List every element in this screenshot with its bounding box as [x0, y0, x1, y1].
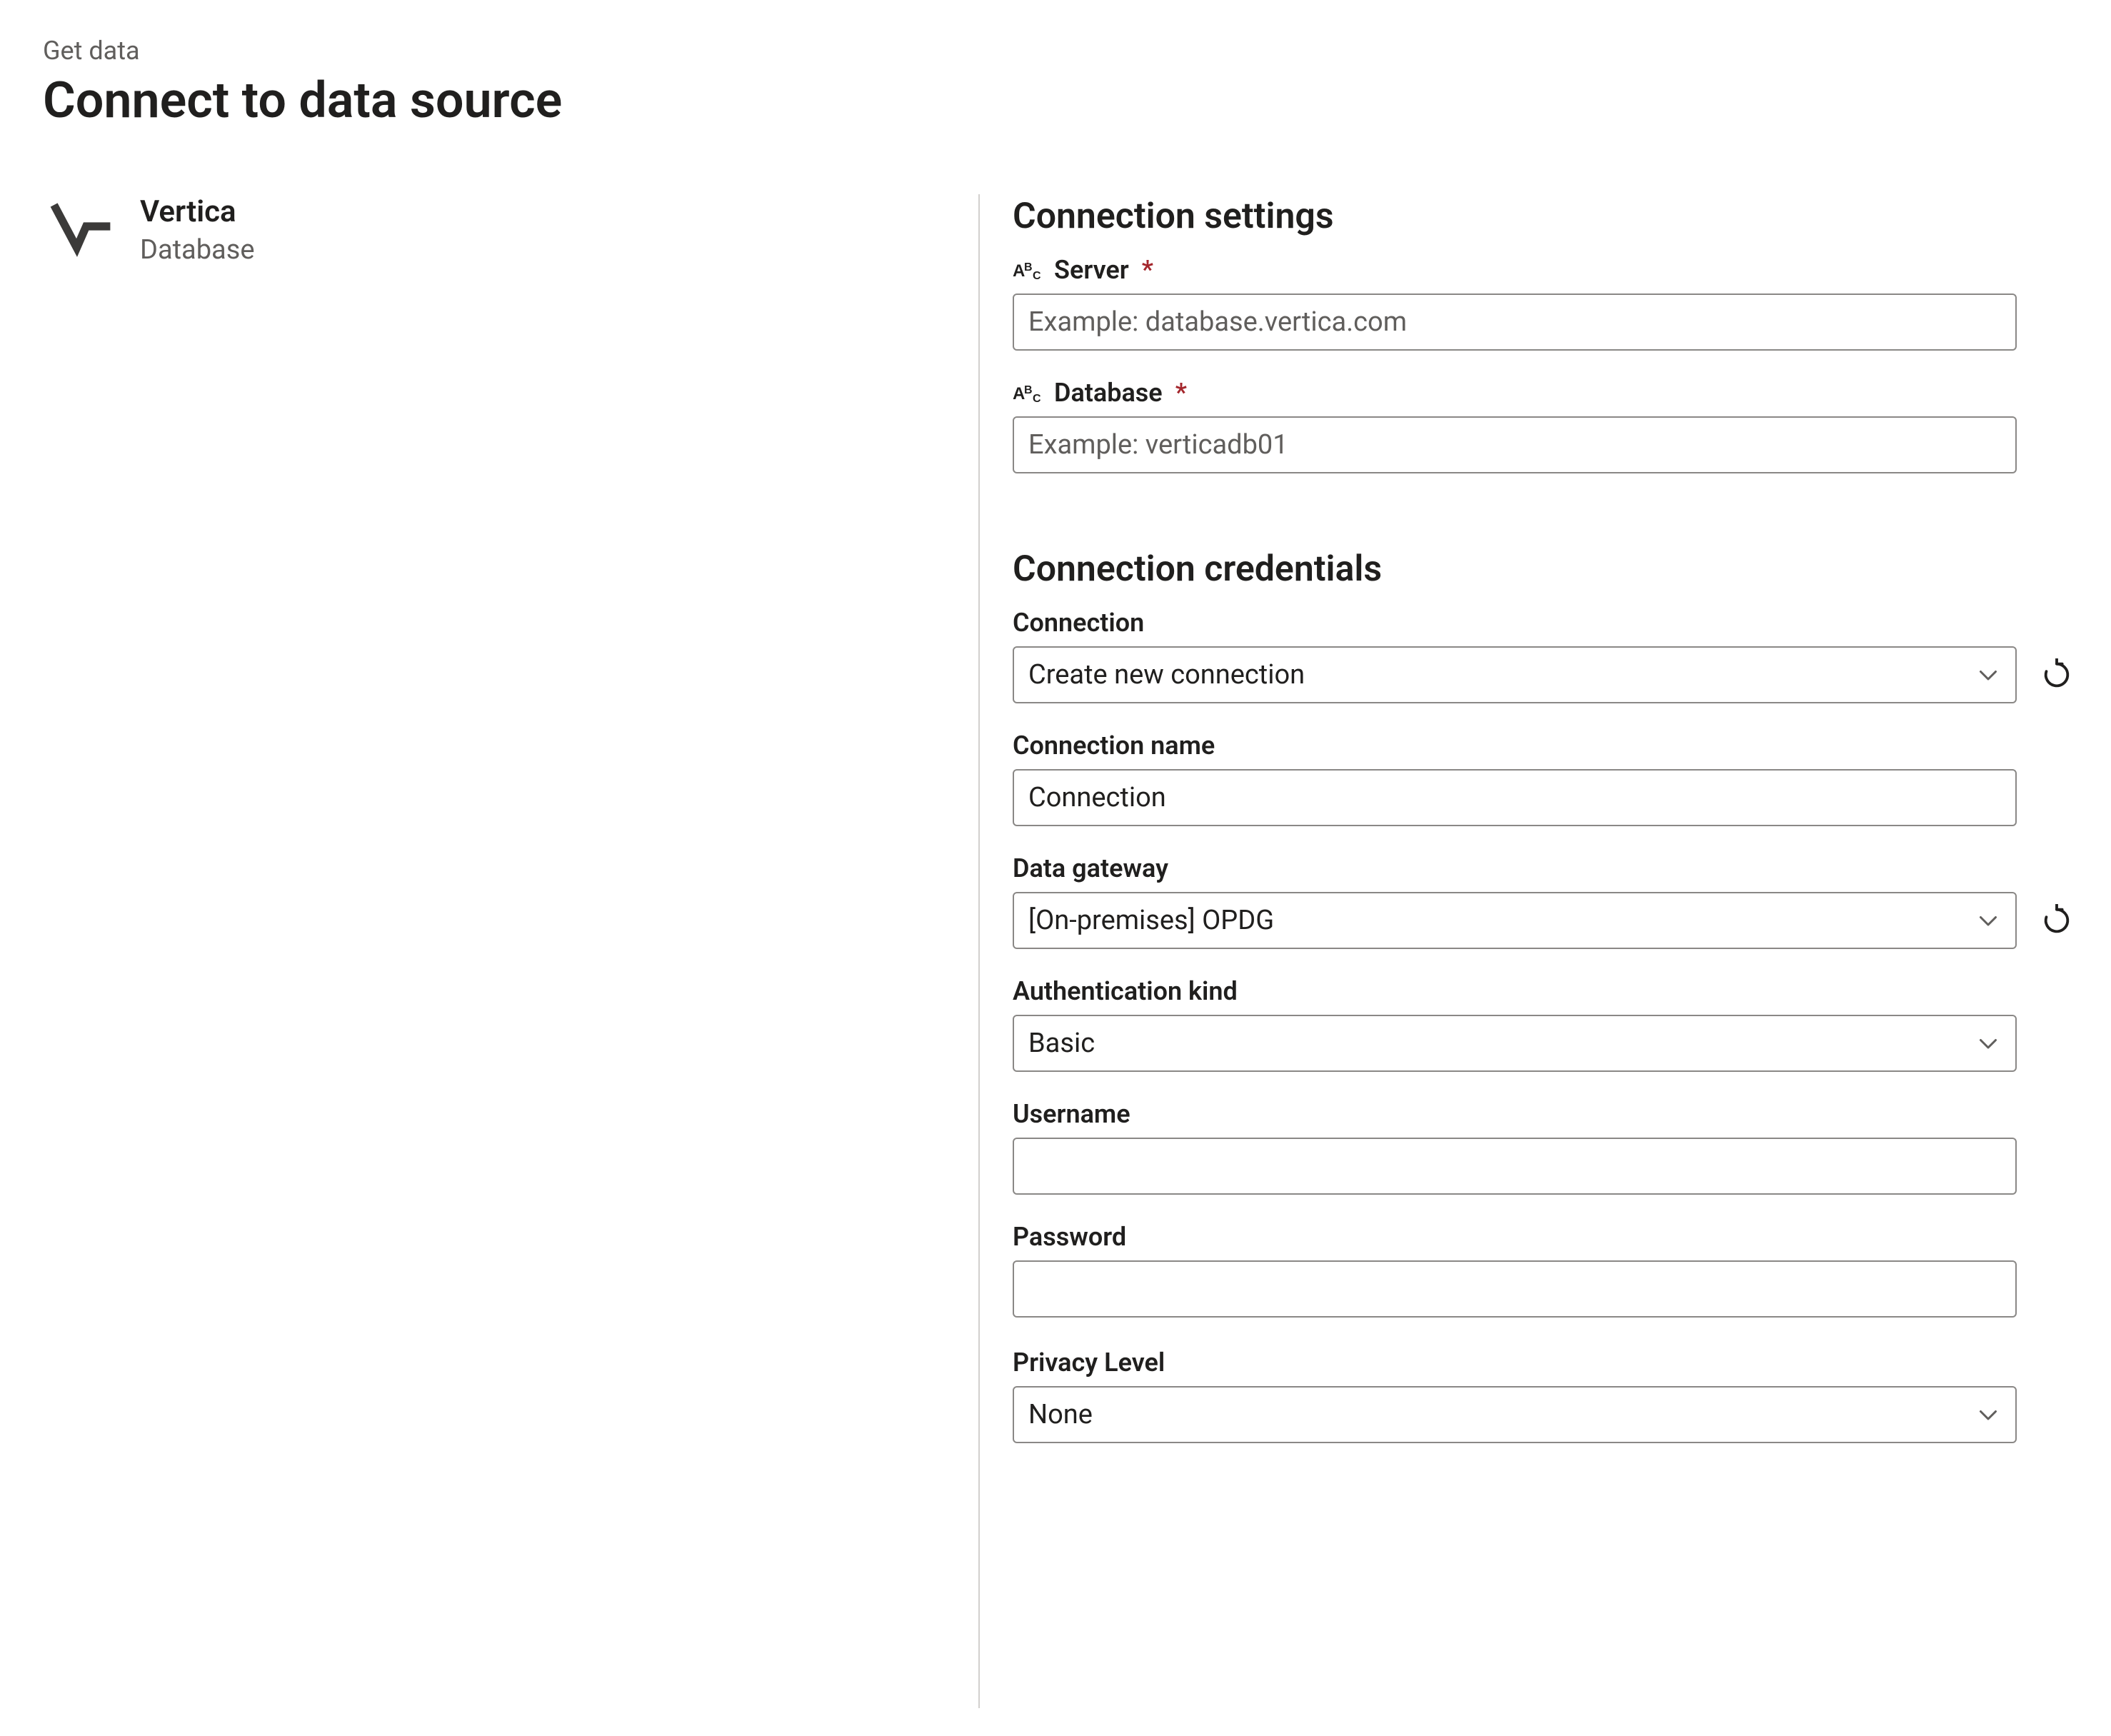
section-title-connection-credentials: Connection credentials: [1013, 548, 2077, 590]
vertical-divider: [978, 194, 980, 1708]
connection-label: Connection: [1013, 608, 1144, 638]
database-input[interactable]: [1013, 416, 2017, 473]
username-label: Username: [1013, 1099, 1130, 1129]
svg-text:A: A: [1013, 384, 1025, 403]
data-gateway-label: Data gateway: [1013, 853, 1168, 883]
auth-kind-select[interactable]: Basic: [1013, 1015, 2017, 1072]
privacy-level-select[interactable]: None: [1013, 1386, 2017, 1443]
refresh-gateway-button[interactable]: [2037, 900, 2077, 940]
svg-text:B: B: [1024, 384, 1033, 396]
connection-name-label: Connection name: [1013, 731, 1215, 761]
field-database: A B C Database *: [1013, 378, 2077, 473]
data-source-type: Database: [140, 234, 254, 266]
username-input[interactable]: [1013, 1138, 2017, 1195]
svg-text:B: B: [1024, 261, 1033, 274]
breadcrumb: Get data: [43, 36, 2068, 66]
required-indicator: *: [1142, 255, 1153, 285]
connection-name-input[interactable]: [1013, 769, 2017, 826]
page-title: Connect to data source: [43, 71, 2068, 130]
data-gateway-select[interactable]: [On-premises] OPDG: [1013, 892, 2017, 949]
vertica-icon: [50, 194, 114, 259]
chevron-down-icon: [1975, 662, 2001, 688]
auth-kind-select-value: Basic: [1028, 1028, 1967, 1059]
password-label: Password: [1013, 1222, 1126, 1252]
data-source-name: Vertica: [140, 194, 254, 230]
field-privacy-level: Privacy Level None: [1013, 1348, 2077, 1443]
connection-select[interactable]: Create new connection: [1013, 646, 2017, 703]
svg-text:A: A: [1013, 261, 1025, 281]
server-label: Server: [1054, 255, 1129, 285]
refresh-icon: [2040, 904, 2073, 937]
field-connection-name: Connection name: [1013, 731, 2077, 826]
svg-text:C: C: [1033, 270, 1041, 282]
field-password: Password: [1013, 1222, 2077, 1318]
section-title-connection-settings: Connection settings: [1013, 196, 2077, 237]
database-label: Database: [1054, 378, 1163, 408]
connection-select-value: Create new connection: [1028, 659, 1967, 691]
auth-kind-label: Authentication kind: [1013, 976, 1238, 1006]
data-source-card: Vertica Database: [50, 194, 978, 266]
refresh-icon: [2040, 658, 2073, 691]
required-indicator: *: [1175, 378, 1187, 408]
field-connection: Connection Create new connection: [1013, 608, 2077, 703]
chevron-down-icon: [1975, 908, 2001, 933]
refresh-connection-button[interactable]: [2037, 655, 2077, 695]
field-auth-kind: Authentication kind Basic: [1013, 976, 2077, 1072]
field-server: A B C Server *: [1013, 255, 2077, 351]
server-input[interactable]: [1013, 293, 2017, 351]
data-gateway-select-value: [On-premises] OPDG: [1028, 905, 1967, 936]
password-input[interactable]: [1013, 1260, 2017, 1318]
chevron-down-icon: [1975, 1402, 2001, 1428]
privacy-level-label: Privacy Level: [1013, 1348, 1165, 1378]
field-data-gateway: Data gateway [On-premises] OPDG: [1013, 853, 2077, 949]
text-type-icon: A B C: [1013, 378, 1046, 408]
svg-text:C: C: [1033, 393, 1041, 405]
privacy-level-select-value: None: [1028, 1399, 1967, 1430]
field-username: Username: [1013, 1099, 2077, 1195]
chevron-down-icon: [1975, 1030, 2001, 1056]
text-type-icon: A B C: [1013, 255, 1046, 285]
